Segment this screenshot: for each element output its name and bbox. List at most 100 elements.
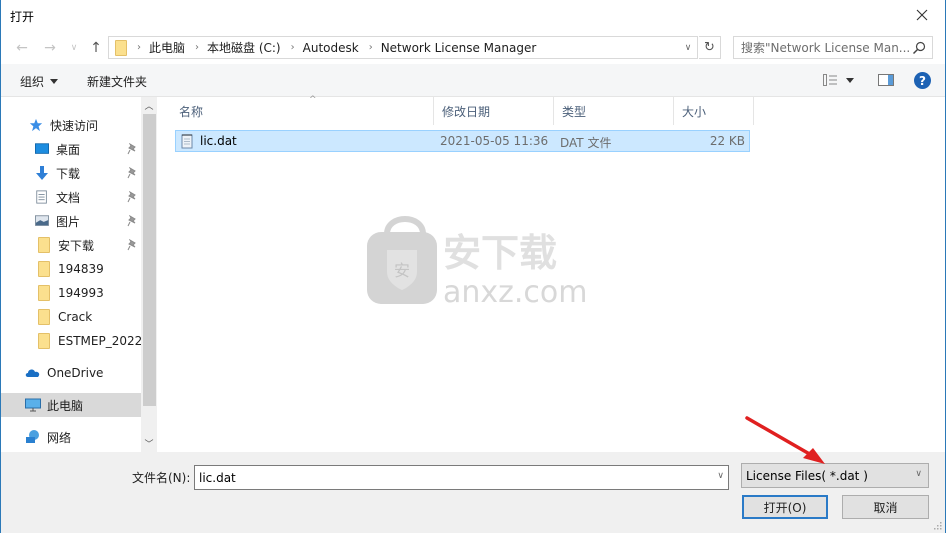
file-type-filter-value: License Files( *.dat ) (746, 468, 868, 483)
sidebar-item-label: 下载 (56, 166, 81, 181)
desktop-icon (34, 141, 50, 157)
computer-icon (25, 397, 41, 413)
filename-label: 文件名(N): (132, 471, 191, 485)
sidebar-item-label: 194993 (58, 286, 104, 300)
sidebar-item-this-pc[interactable]: 此电脑 (1, 393, 141, 417)
file-size: 22 KB (709, 134, 745, 148)
pin-icon[interactable] (127, 214, 137, 227)
close-button[interactable] (899, 0, 945, 30)
chevron-right-icon[interactable]: › (369, 42, 373, 53)
chevron-down-icon: ∨ (915, 469, 922, 479)
column-modified-label: 修改日期 (442, 104, 491, 119)
dialog-title: 打开 (10, 10, 35, 24)
filename-input[interactable]: lic.dat ∨ (194, 465, 729, 490)
sort-ascending-icon: ^ (309, 95, 317, 105)
sidebar-item-documents[interactable]: 文档 (1, 185, 141, 209)
open-button[interactable]: 打开(O) (742, 495, 828, 519)
pin-icon[interactable] (127, 190, 137, 203)
cancel-button[interactable]: 取消 (842, 495, 929, 519)
folder-icon (36, 261, 52, 277)
scroll-thumb[interactable] (143, 114, 156, 406)
sidebar-item-desktop[interactable]: 桌面 (1, 137, 141, 161)
chevron-right-icon[interactable]: › (291, 42, 295, 53)
sidebar-item-folder-crack[interactable]: Crack (1, 305, 141, 329)
sidebar-item-label: 194839 (58, 262, 104, 276)
address-bar[interactable]: › 此电脑 › 本地磁盘 (C:) › Autodesk › Network L… (108, 36, 698, 59)
file-type: DAT 文件 (560, 136, 612, 150)
scroll-down-button[interactable]: ﹀ (141, 435, 157, 452)
up-button[interactable]: ↑ (86, 38, 106, 58)
sidebar-item-quick-access[interactable]: 快速访问 (1, 113, 141, 137)
open-file-dialog: 打开 ← → ∨ ↑ › 此电脑 › 本地磁盘 (C:) › Autodesk … (0, 0, 946, 533)
column-header-modified[interactable]: 修改日期 (434, 97, 554, 125)
refresh-button[interactable]: ↻ (699, 36, 721, 59)
pin-icon[interactable] (127, 142, 137, 155)
new-folder-button[interactable]: 新建文件夹 (87, 73, 147, 90)
onedrive-icon (25, 365, 41, 381)
chevron-down-icon[interactable]: ∨ (717, 471, 724, 481)
change-view-button[interactable] (823, 74, 854, 86)
help-icon: ? (919, 73, 926, 88)
sidebar-item-folder-estmep[interactable]: ESTMEP_2022_ (1, 329, 148, 353)
help-button[interactable]: ? (914, 72, 931, 89)
forward-button[interactable]: → (40, 38, 60, 58)
sidebar-item-downloads[interactable]: 下载 (1, 161, 141, 185)
address-history-dropdown[interactable]: ∨ (681, 40, 695, 56)
file-list: 名称 ^ 修改日期 类型 大小 lic.dat 2021-05-05 11:36… (161, 95, 945, 452)
star-icon (28, 117, 44, 133)
cancel-label: 取消 (873, 500, 898, 515)
open-label: 打开(O) (763, 500, 807, 515)
recent-locations-button[interactable]: ∨ (64, 38, 84, 58)
sidebar-item-pictures[interactable]: 图片 (1, 209, 141, 233)
dialog-footer: 文件名(N): lic.dat ∨ License Files( *.dat )… (1, 452, 945, 533)
breadcrumb-local-disk[interactable]: 本地磁盘 (C:) (207, 39, 281, 56)
breadcrumb-this-pc[interactable]: 此电脑 (149, 39, 185, 56)
column-name-label: 名称 (179, 104, 204, 119)
arrow-right-icon: → (44, 40, 56, 56)
column-header-size[interactable]: 大小 (674, 97, 754, 125)
watermark-logo: 安 安下载 anxz.com (367, 216, 585, 310)
sidebar-item-label: Crack (58, 310, 93, 324)
chevron-up-icon: ︿ (144, 102, 154, 112)
sidebar-item-label: 安下载 (58, 238, 95, 253)
sidebar-item-anxz-folder[interactable]: 安下载 (1, 233, 141, 257)
breadcrumb-network-license-manager[interactable]: Network License Manager (381, 41, 537, 55)
pin-icon[interactable] (127, 166, 137, 179)
folder-icon (36, 309, 52, 325)
sidebar-item-label: 此电脑 (47, 398, 84, 413)
sidebar-item-folder-194993[interactable]: 194993 (1, 281, 141, 305)
text-file-icon (181, 134, 193, 149)
resize-grip-icon[interactable] (934, 522, 942, 530)
caret-down-icon (846, 77, 854, 83)
sidebar-item-onedrive[interactable]: OneDrive (1, 361, 141, 385)
details-view-icon (823, 74, 837, 86)
column-header-type[interactable]: 类型 (554, 97, 674, 125)
sidebar-item-label: 桌面 (56, 142, 81, 157)
file-type-filter-select[interactable]: License Files( *.dat ) ∨ (741, 463, 929, 488)
navigation-bar: ← → ∨ ↑ › 此电脑 › 本地磁盘 (C:) › Autodesk › N… (1, 32, 945, 64)
sidebar-item-network[interactable]: 网络 (1, 425, 141, 449)
column-header-name[interactable]: 名称 ^ (171, 95, 434, 125)
pictures-icon (34, 213, 50, 229)
download-icon (34, 165, 50, 181)
column-size-label: 大小 (682, 104, 707, 119)
chevron-down-icon: ∨ (70, 43, 78, 53)
sidebar-item-folder-194839[interactable]: 194839 (1, 257, 141, 281)
organize-button[interactable]: 组织 (20, 73, 59, 90)
folder-icon (36, 237, 52, 253)
back-button[interactable]: ← (12, 38, 32, 58)
search-input[interactable]: 搜索"Network License Man... (733, 36, 933, 59)
search-icon[interactable] (912, 41, 926, 55)
pin-icon[interactable] (127, 238, 137, 251)
preview-pane-icon[interactable] (878, 74, 894, 86)
file-row[interactable]: lic.dat 2021-05-05 11:36 DAT 文件 22 KB (175, 130, 750, 152)
watermark-text-cn: 安下载 (443, 231, 557, 275)
chevron-down-icon: ﹀ (144, 440, 154, 450)
file-name: lic.dat (200, 134, 237, 148)
breadcrumb-autodesk[interactable]: Autodesk (303, 41, 359, 55)
sidebar-scrollbar[interactable]: ︿ ﹀ (141, 97, 157, 452)
chevron-right-icon[interactable]: › (195, 42, 199, 53)
sidebar-item-label: 文档 (56, 190, 81, 205)
scroll-up-button[interactable]: ︿ (141, 97, 157, 114)
column-type-label: 类型 (562, 104, 587, 119)
